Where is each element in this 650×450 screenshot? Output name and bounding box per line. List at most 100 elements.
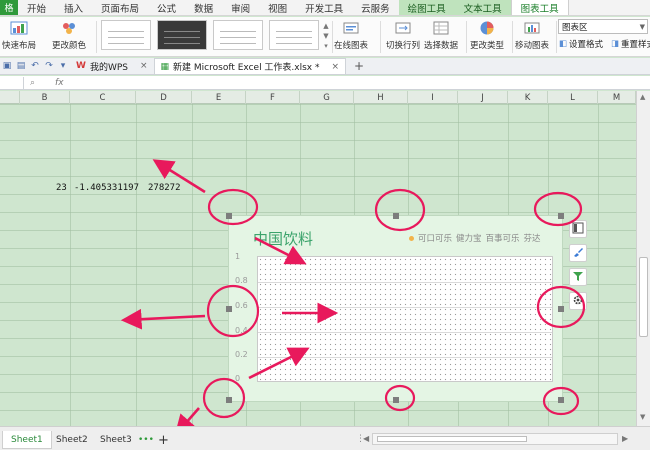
wps-home-tab[interactable]: W 我的WPS × xyxy=(70,58,154,74)
scroll-left-icon[interactable]: ◀ xyxy=(363,434,369,443)
resize-handle-bottom-right[interactable] xyxy=(558,397,564,403)
switch-row-col-button[interactable]: 切换行列 xyxy=(386,19,420,51)
set-format-button[interactable]: ◧ 设置格式 xyxy=(559,38,603,50)
legend-item: 可口可乐 xyxy=(418,234,453,244)
tab-text-tools[interactable]: 文本工具 xyxy=(454,0,511,15)
move-chart-icon xyxy=(523,19,541,37)
cell-d-value[interactable]: 278272 xyxy=(148,183,181,193)
plot-area[interactable] xyxy=(257,256,553,382)
sheet-tab-3[interactable]: Sheet3 xyxy=(92,431,140,449)
tab-chart-tools[interactable]: 图表工具 xyxy=(510,0,569,15)
brush-icon xyxy=(572,246,584,261)
zoom-icon[interactable]: ⌕ xyxy=(30,78,35,88)
column-header[interactable]: J xyxy=(458,91,508,104)
tab-review[interactable]: 审阅 xyxy=(222,0,259,15)
resize-handle-right[interactable] xyxy=(558,306,564,312)
vertical-scrollbar[interactable]: ▲ ▼ xyxy=(636,91,650,426)
chart-style-2[interactable] xyxy=(157,20,207,50)
column-header[interactable]: K xyxy=(508,91,548,104)
scroll-thumb[interactable] xyxy=(377,436,527,442)
chart-gridline xyxy=(258,332,552,333)
filter-icon xyxy=(572,270,584,285)
scroll-up-icon[interactable]: ▲ xyxy=(640,93,645,101)
resize-handle-top-right[interactable] xyxy=(558,213,564,219)
legend-item: 健力宝 xyxy=(456,234,482,244)
cell-b-value[interactable]: 23 xyxy=(56,183,67,193)
chart-style-4[interactable] xyxy=(269,20,319,50)
gridline xyxy=(192,104,193,426)
quick-layout-button[interactable]: 快速布局 xyxy=(2,19,36,51)
new-tab-button[interactable]: + xyxy=(354,59,364,73)
redo-icon[interactable]: ↷ xyxy=(42,61,56,71)
chart-object[interactable]: 中国饮料 可口可乐 健力宝 百事可乐 芬达 1 0.8 0.6 0.4 0.2 … xyxy=(226,213,564,403)
chart-style-1[interactable] xyxy=(101,20,151,50)
column-header[interactable]: B xyxy=(20,91,70,104)
chart-legend[interactable]: 可口可乐 健力宝 百事可乐 芬达 xyxy=(409,232,541,244)
change-color-button[interactable]: 更改颜色 xyxy=(52,19,86,51)
reset-style-label: 重置样式 xyxy=(621,40,650,50)
column-header[interactable]: D xyxy=(136,91,192,104)
name-box[interactable] xyxy=(0,76,24,89)
column-header[interactable]: I xyxy=(408,91,458,104)
cell-c-value[interactable]: -1.405331197 xyxy=(74,183,139,193)
chart-title[interactable]: 中国饮料 xyxy=(253,228,313,249)
close-icon[interactable]: × xyxy=(332,62,340,72)
chart-element-select[interactable]: 图表区 ▼ xyxy=(558,19,648,34)
tab-page-layout[interactable]: 页面布局 xyxy=(92,0,148,15)
select-data-button[interactable]: 选择数据 xyxy=(424,19,458,51)
resize-handle-bottom-left[interactable] xyxy=(226,397,232,403)
online-chart-button[interactable]: 在线图表 xyxy=(334,19,368,51)
change-type-button[interactable]: 更改类型 xyxy=(470,19,504,51)
sheet-tab-2[interactable]: Sheet2 xyxy=(48,431,96,449)
chart-gridline xyxy=(258,357,552,358)
tab-data[interactable]: 数据 xyxy=(185,0,222,15)
resize-handle-top-left[interactable] xyxy=(226,213,232,219)
workbook-tab[interactable]: ▦ 新建 Microsoft Excel 工作表.xlsx * × xyxy=(153,58,347,74)
column-header[interactable]: C xyxy=(70,91,136,104)
format-icon: ◧ xyxy=(559,39,568,49)
undo-icon[interactable]: ↶ xyxy=(28,61,42,71)
close-icon[interactable]: × xyxy=(140,61,148,71)
column-header[interactable]: L xyxy=(548,91,598,104)
resize-handle-left[interactable] xyxy=(226,306,232,312)
add-sheet-button[interactable]: + xyxy=(154,431,173,449)
tab-formulas[interactable]: 公式 xyxy=(148,0,185,15)
chart-settings-button[interactable] xyxy=(569,292,587,310)
scroll-right-icon[interactable]: ▶ xyxy=(622,434,628,443)
select-all-corner[interactable] xyxy=(0,91,20,104)
tab-developer[interactable]: 开发工具 xyxy=(296,0,352,15)
ribbon-divider xyxy=(332,21,333,53)
chart-style-button[interactable] xyxy=(569,244,587,262)
document-tab-bar: ▣ ▤ ↶ ↷ ▾ W 我的WPS × ▦ 新建 Microsoft Excel… xyxy=(0,58,650,75)
scroll-thumb[interactable] xyxy=(639,257,648,337)
tab-home[interactable]: 开始 xyxy=(18,0,55,15)
horizontal-scrollbar[interactable] xyxy=(372,433,618,445)
scroll-down-icon[interactable]: ▼ xyxy=(640,413,645,421)
more-icon[interactable]: ▾ xyxy=(56,61,70,71)
tab-view[interactable]: 视图 xyxy=(259,0,296,15)
column-header[interactable]: G xyxy=(300,91,354,104)
sheet-tab-1[interactable]: Sheet1 xyxy=(2,431,52,449)
fx-button[interactable]: fx xyxy=(55,78,64,88)
chart-style-3[interactable] xyxy=(213,20,263,50)
column-header[interactable]: E xyxy=(192,91,246,104)
chart-filter-button[interactable] xyxy=(569,268,587,286)
resize-handle-bottom[interactable] xyxy=(393,397,399,403)
column-header[interactable]: F xyxy=(246,91,300,104)
save-icon[interactable]: ▣ xyxy=(0,61,14,71)
column-header[interactable]: H xyxy=(354,91,408,104)
reset-style-button[interactable]: ◨ 重置样式 xyxy=(611,38,650,50)
tab-insert[interactable]: 插入 xyxy=(55,0,92,15)
tab-drawing-tools[interactable]: 绘图工具 xyxy=(398,0,455,15)
ribbon-divider xyxy=(466,21,467,53)
change-type-label: 更改类型 xyxy=(470,41,505,51)
chart-elements-button[interactable] xyxy=(569,220,587,238)
styles-scroll-arrows[interactable]: ▲ ▼ ▾ xyxy=(322,21,330,51)
print-icon[interactable]: ▤ xyxy=(14,61,28,71)
column-header[interactable]: M xyxy=(598,91,636,104)
formula-input[interactable] xyxy=(70,77,650,89)
move-chart-button[interactable]: 移动图表 xyxy=(515,19,549,51)
app-menu-button[interactable]: 格 xyxy=(0,0,18,15)
tab-cloud[interactable]: 云服务 xyxy=(352,0,399,15)
resize-handle-top[interactable] xyxy=(393,213,399,219)
